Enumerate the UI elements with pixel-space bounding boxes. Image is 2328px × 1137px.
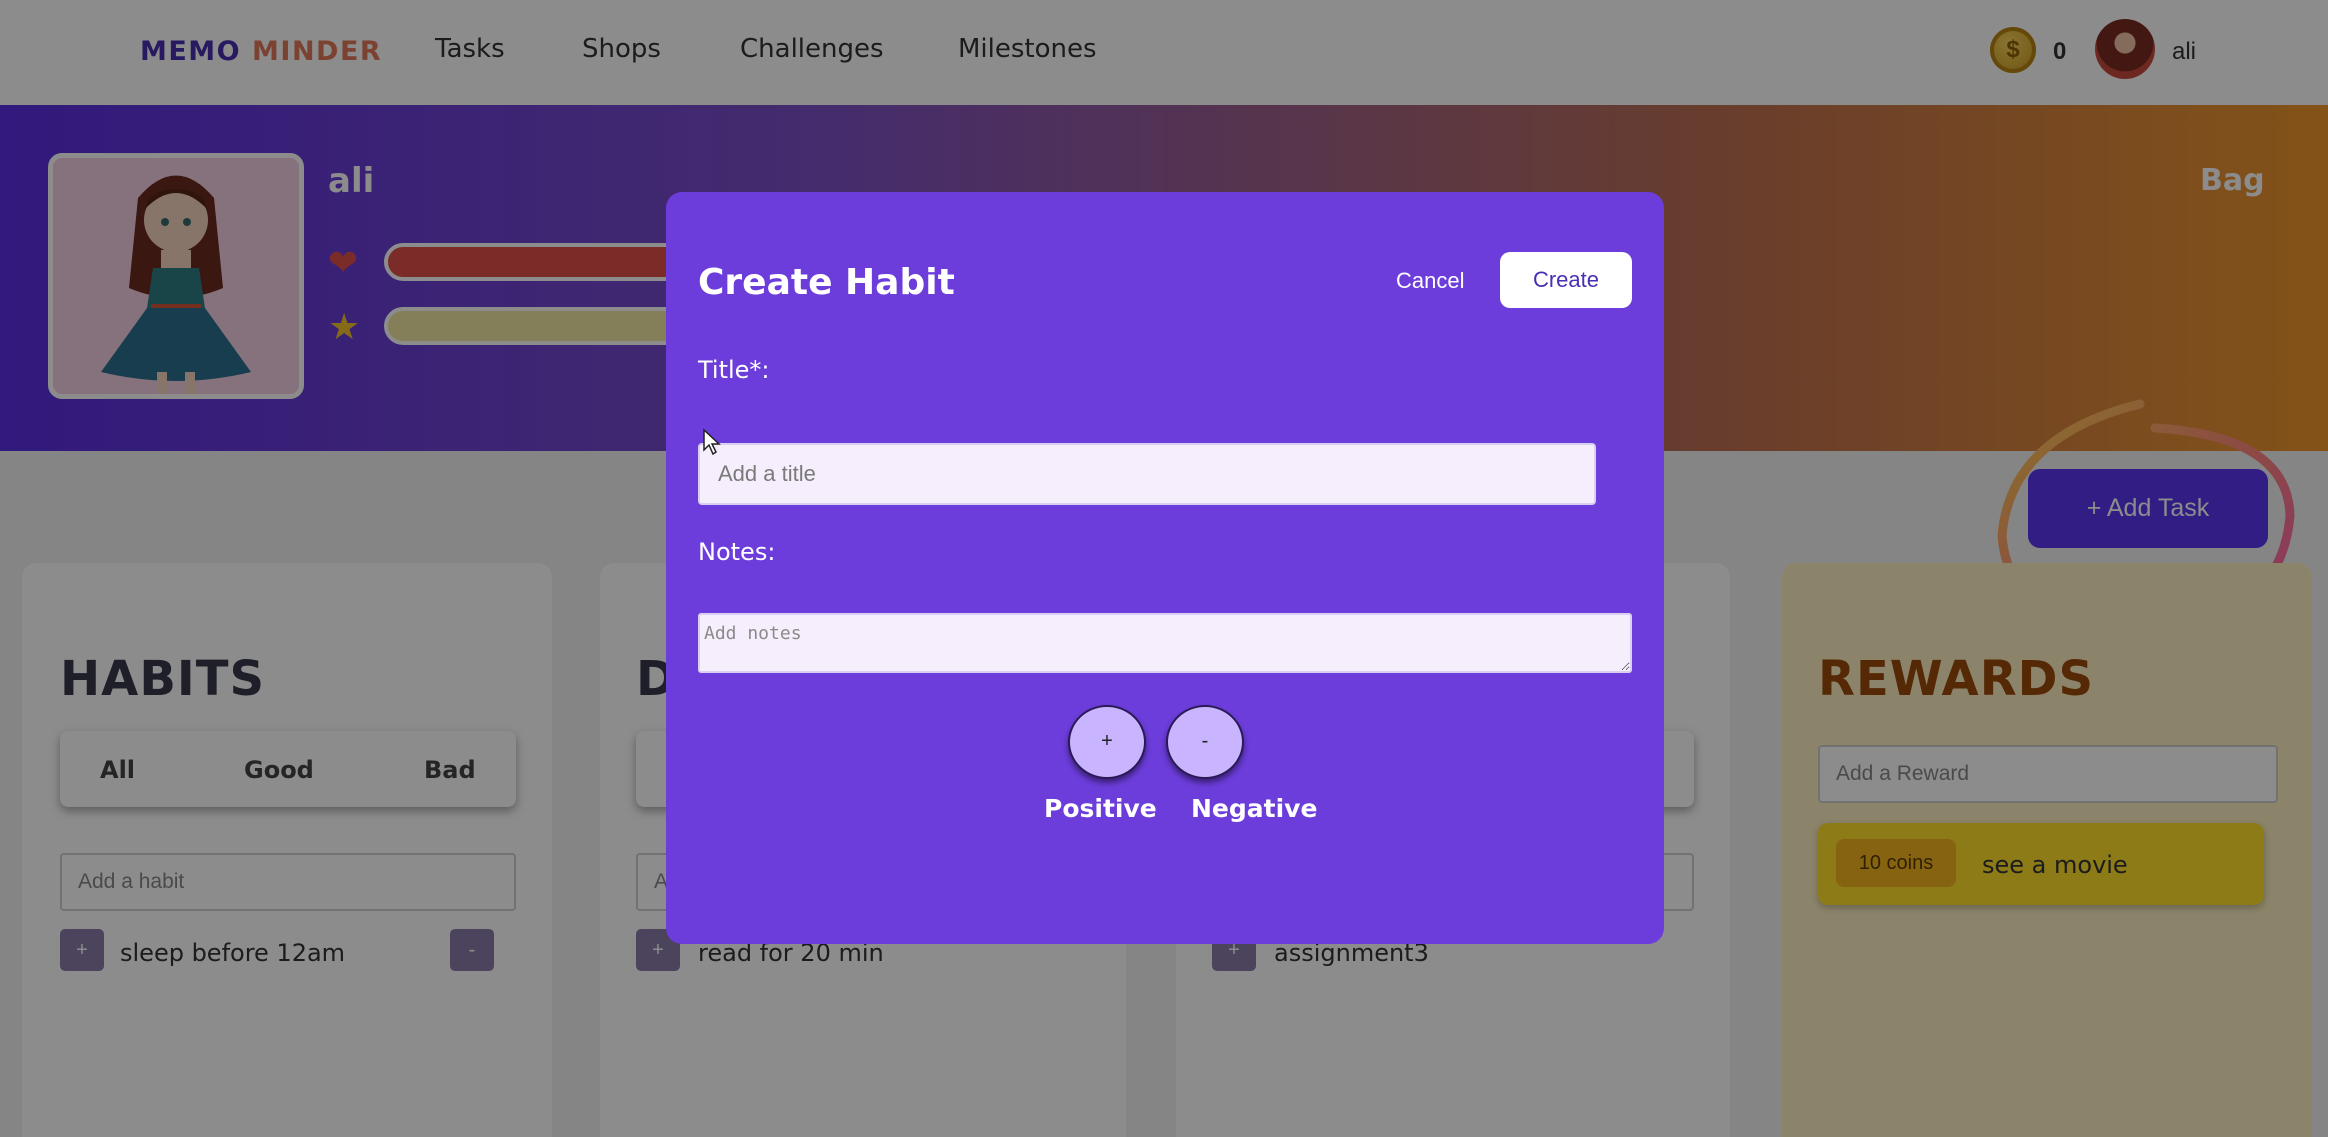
cancel-button[interactable]: Cancel — [1396, 268, 1464, 294]
positive-label: Positive — [1044, 794, 1157, 823]
notes-textarea[interactable] — [698, 613, 1632, 673]
create-button[interactable]: Create — [1500, 252, 1632, 308]
negative-label: Negative — [1191, 794, 1318, 823]
title-field-label: Title*: — [698, 356, 770, 384]
create-habit-modal: Create Habit Cancel Create Title*: Notes… — [666, 192, 1664, 944]
notes-field-label: Notes: — [698, 538, 776, 566]
mouse-cursor-icon — [703, 428, 721, 456]
negative-toggle-button[interactable]: - — [1166, 705, 1244, 779]
modal-title: Create Habit — [698, 262, 955, 303]
title-input[interactable] — [698, 443, 1596, 505]
positive-toggle-button[interactable]: + — [1068, 705, 1146, 779]
